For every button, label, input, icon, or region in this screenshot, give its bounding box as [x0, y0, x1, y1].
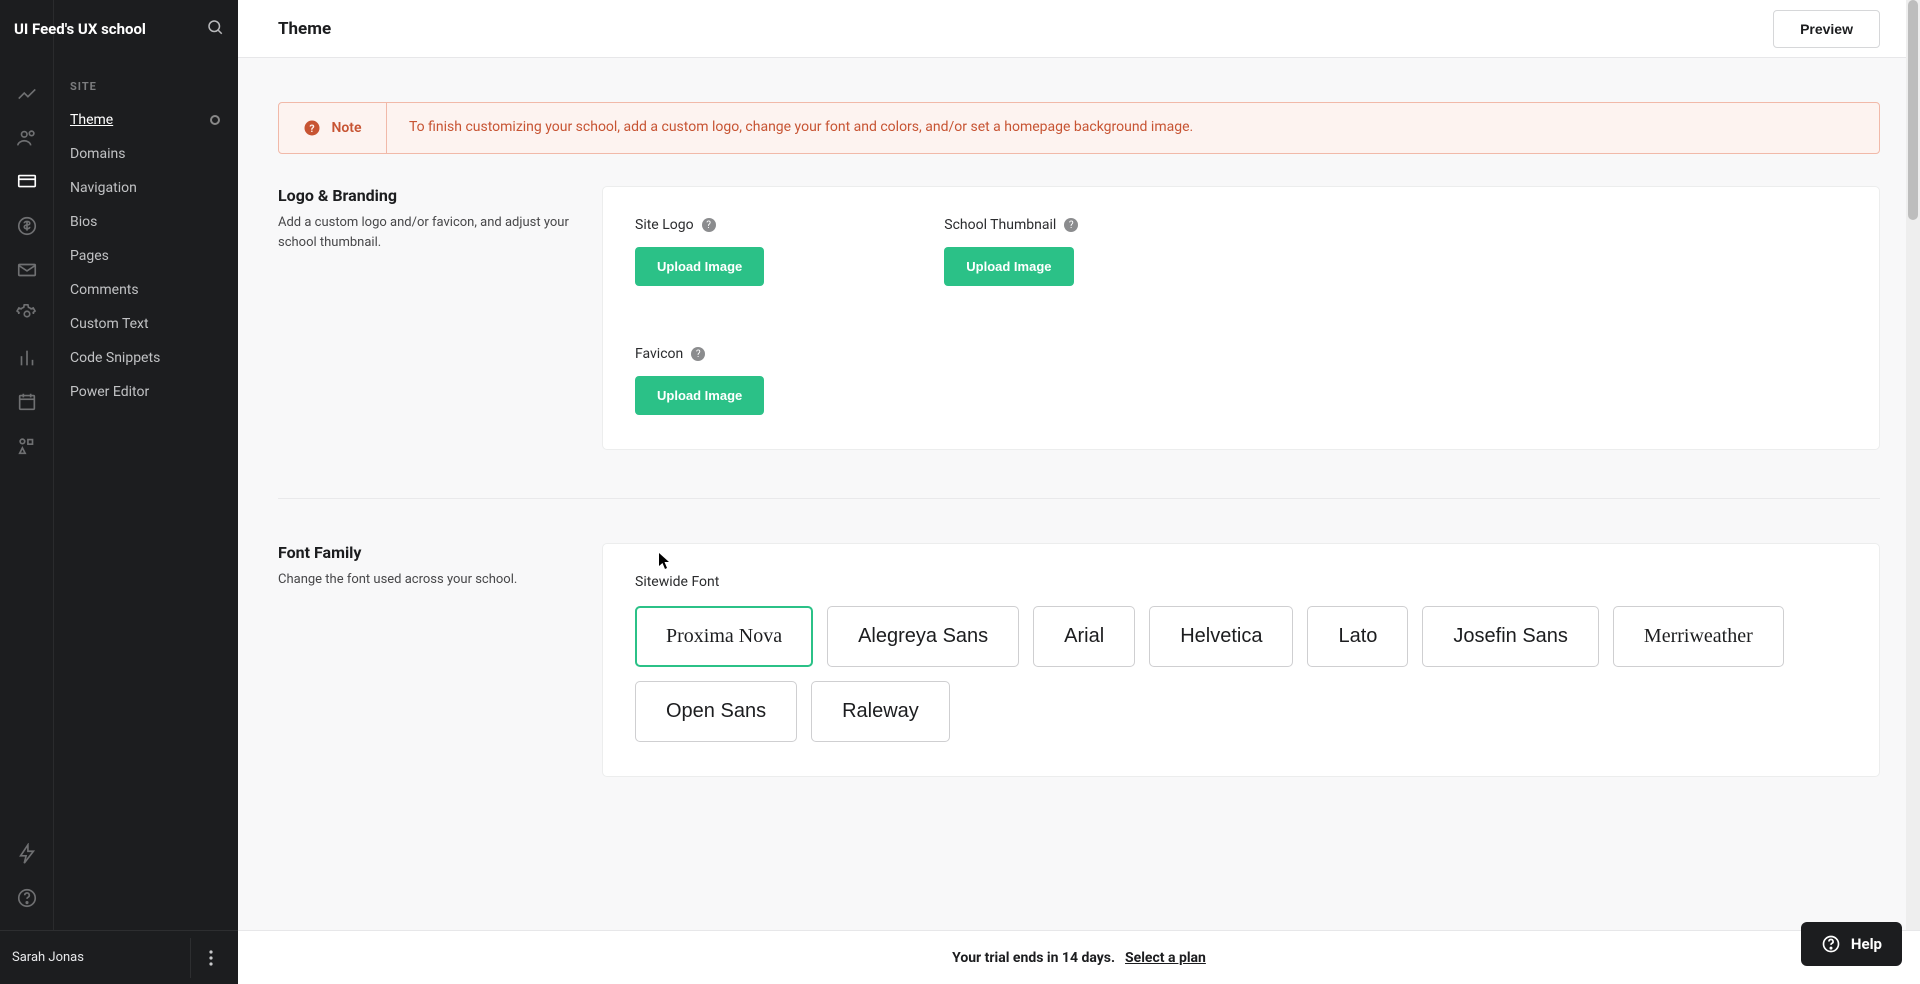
status-dot — [210, 115, 220, 125]
sidebar: SITE Theme Domains Navigation Bios Pages Comm… — [54, 0, 238, 984]
sidebar-item-label: Custom Text — [70, 316, 149, 332]
sidebar-item-label: Pages — [70, 248, 109, 264]
logo-card: Site Logo? Upload Image School Thumbnail… — [602, 186, 1880, 450]
users-icon[interactable] — [0, 116, 54, 160]
sidebar-item-navigation[interactable]: Navigation — [54, 171, 238, 205]
font-heading: Font Family — [278, 543, 578, 562]
analytics-icon[interactable] — [0, 72, 54, 116]
upload-school-thumbnail-button[interactable]: Upload Image — [944, 247, 1073, 286]
settings-icon[interactable] — [0, 292, 54, 336]
trial-bar: Your trial ends in 14 days. Select a pla… — [238, 930, 1920, 984]
sidebar-item-label: Domains — [70, 146, 125, 162]
sidebar-item-theme[interactable]: Theme — [54, 103, 238, 137]
help-tooltip-icon[interactable]: ? — [691, 347, 705, 361]
school-thumbnail-label: School Thumbnail — [944, 217, 1056, 233]
font-option-open-sans[interactable]: Open Sans — [635, 681, 797, 742]
site-logo-label: Site Logo — [635, 217, 694, 233]
section-divider — [278, 498, 1880, 499]
sidebar-item-label: Power Editor — [70, 384, 149, 400]
upload-site-logo-button[interactable]: Upload Image — [635, 247, 764, 286]
sidebar-item-domains[interactable]: Domains — [54, 137, 238, 171]
font-option-josefin-sans[interactable]: Josefin Sans — [1422, 606, 1599, 667]
help-tooltip-icon[interactable]: ? — [1064, 218, 1078, 232]
topbar: Theme Preview — [238, 0, 1920, 58]
preview-button[interactable]: Preview — [1773, 10, 1880, 48]
current-user-name: Sarah Jonas — [12, 950, 84, 965]
sales-icon[interactable] — [0, 204, 54, 248]
user-menu-button[interactable] — [190, 938, 230, 978]
help-label: Help — [1851, 935, 1882, 953]
note-title: Note — [331, 120, 361, 136]
sidebar-item-bios[interactable]: Bios — [54, 205, 238, 239]
select-plan-link[interactable]: Select a plan — [1125, 950, 1206, 966]
email-icon[interactable] — [0, 248, 54, 292]
sitewide-font-label: Sitewide Font — [635, 574, 1847, 590]
font-option-proxima-nova[interactable]: Proxima Nova — [635, 606, 813, 667]
sidebar-item-code-snippets[interactable]: Code Snippets — [54, 341, 238, 375]
help-tooltip-icon[interactable]: ? — [702, 218, 716, 232]
font-option-arial[interactable]: Arial — [1033, 606, 1135, 667]
main: Theme Preview ? Note To finish customizi… — [238, 0, 1920, 984]
search-icon[interactable] — [206, 18, 224, 40]
sidebar-item-label: Theme — [70, 112, 113, 128]
sidebar-section-label: SITE — [54, 58, 238, 103]
svg-text:?: ? — [310, 122, 315, 135]
icon-rail — [0, 0, 54, 984]
font-option-alegreya-sans[interactable]: Alegreya Sans — [827, 606, 1019, 667]
calendar-icon[interactable] — [0, 380, 54, 424]
logo-heading: Logo & Branding — [278, 186, 578, 205]
content-area: ? Note To finish customizing your school… — [238, 58, 1920, 984]
site-icon[interactable] — [0, 160, 54, 204]
sidebar-item-label: Comments — [70, 282, 139, 298]
font-option-helvetica[interactable]: Helvetica — [1149, 606, 1293, 667]
favicon-label: Favicon — [635, 346, 683, 362]
help-widget[interactable]: Help — [1801, 922, 1902, 966]
sidebar-item-power-editor[interactable]: Power Editor — [54, 375, 238, 409]
sidebar-item-custom-text[interactable]: Custom Text — [54, 307, 238, 341]
font-option-merriweather[interactable]: Merriweather — [1613, 606, 1784, 667]
user-footer: Sarah Jonas — [0, 930, 238, 984]
apps-icon[interactable] — [0, 424, 54, 468]
font-option-raleway[interactable]: Raleway — [811, 681, 950, 742]
note-icon: ? — [303, 119, 321, 137]
sidebar-item-label: Navigation — [70, 180, 137, 196]
help-icon[interactable] — [0, 876, 54, 920]
reports-icon[interactable] — [0, 336, 54, 380]
font-card: Sitewide Font Proxima NovaAlegreya SansA… — [602, 543, 1880, 777]
sidebar-item-comments[interactable]: Comments — [54, 273, 238, 307]
trial-message: Your trial ends in 14 days. — [952, 950, 1115, 966]
bolt-icon[interactable] — [0, 832, 54, 876]
sidebar-item-pages[interactable]: Pages — [54, 239, 238, 273]
logo-desc: Add a custom logo and/or favicon, and ad… — [278, 213, 578, 252]
page-title: Theme — [278, 19, 331, 39]
note-banner: ? Note To finish customizing your school… — [278, 102, 1880, 154]
font-desc: Change the font used across your school. — [278, 570, 578, 590]
sidebar-item-label: Code Snippets — [70, 350, 160, 366]
vertical-scrollbar[interactable] — [1906, 0, 1920, 984]
sidebar-item-label: Bios — [70, 214, 97, 230]
font-option-lato[interactable]: Lato — [1307, 606, 1408, 667]
note-body: To finish customizing your school, add a… — [387, 103, 1879, 153]
brand-title: UI Feed's UX school — [14, 20, 146, 38]
upload-favicon-button[interactable]: Upload Image — [635, 376, 764, 415]
